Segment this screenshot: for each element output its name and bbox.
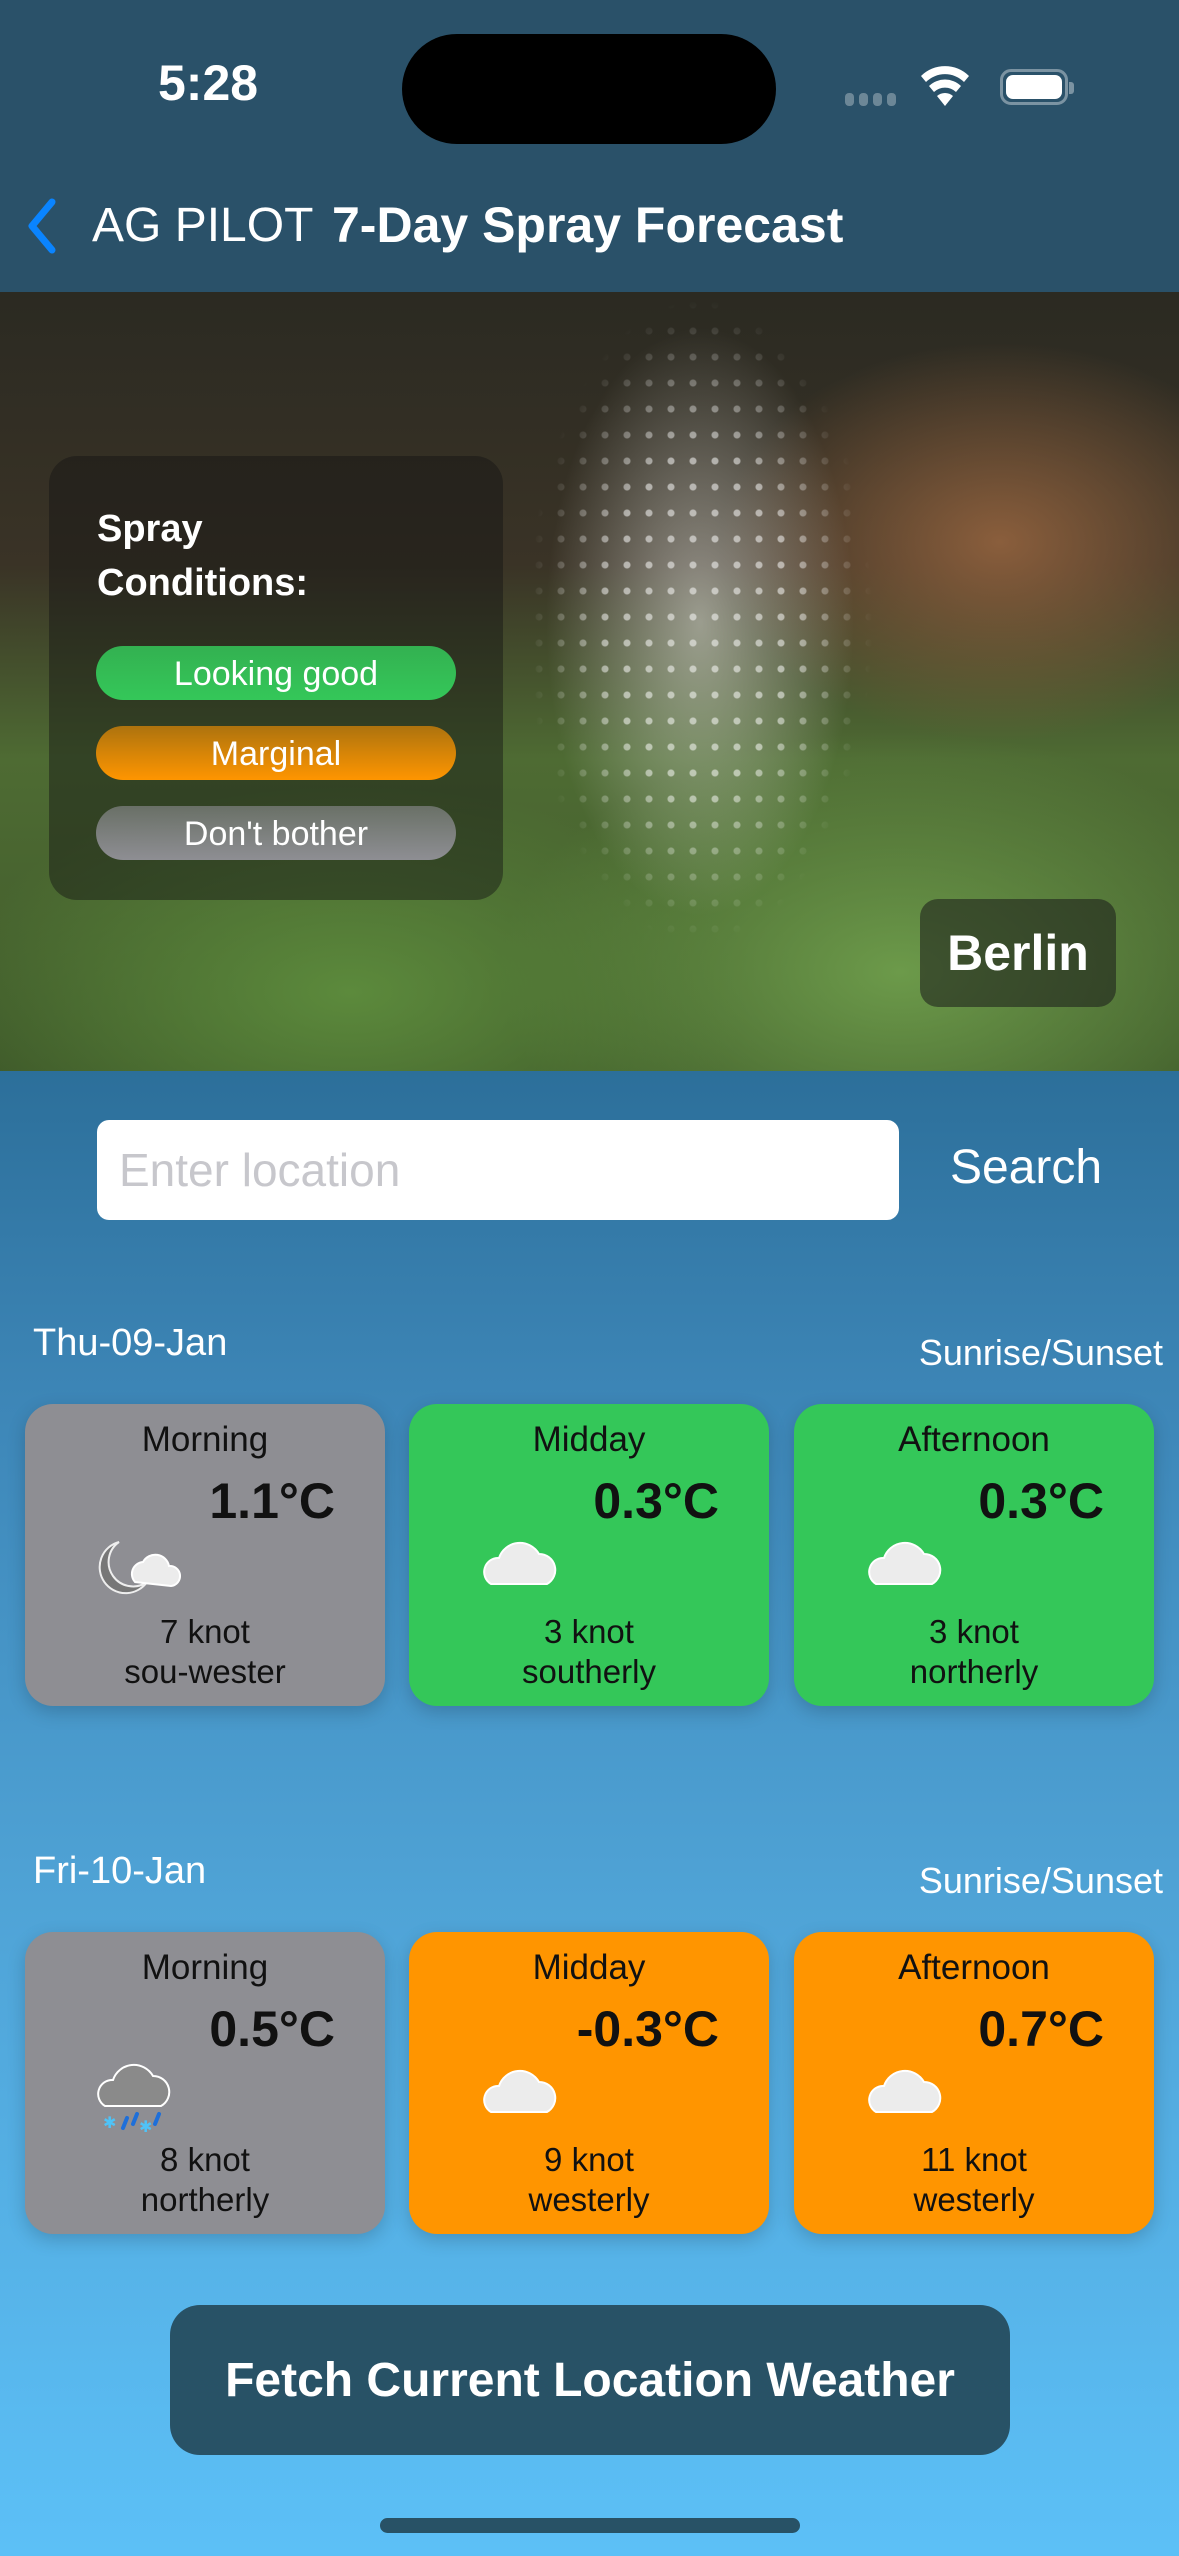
location-search-input[interactable]	[97, 1120, 899, 1220]
sleet-cloud-icon: ✱ ✱	[97, 2063, 171, 2136]
legend-title: Spray Conditions:	[97, 508, 309, 604]
dynamic-island	[402, 34, 776, 144]
cloud-icon	[483, 2069, 557, 2113]
wind-direction: westerly	[528, 2181, 650, 2218]
moon-cloud-icon	[98, 1541, 181, 1595]
wind-speed: 7 knot	[160, 1613, 250, 1650]
wind-info: 9 knot westerly	[409, 2140, 769, 2220]
period-label: Morning	[141, 1948, 269, 1987]
wind-direction: sou-wester	[124, 1653, 286, 1690]
wind-direction: westerly	[913, 2181, 1035, 2218]
wind-info: 8 knot northerly	[25, 2140, 385, 2220]
forecast-card[interactable]: Morning ✱ ✱ 0.5°C 8 knot northerly	[25, 1932, 385, 2234]
period-label: Afternoon	[898, 1420, 1050, 1459]
wind-direction: southerly	[522, 1653, 656, 1690]
wind-direction: northerly	[909, 1653, 1039, 1690]
temperature: 0.7°C	[978, 2001, 1104, 2057]
wind-speed: 3 knot	[929, 1613, 1019, 1650]
status-time: 5:28	[158, 55, 259, 111]
back-button-label[interactable]: AG PILOT	[92, 198, 313, 253]
spray-conditions-legend: Spray Conditions: Looking good Marginal …	[49, 456, 503, 900]
period-label: Midday	[532, 1420, 646, 1459]
temperature: 1.1°C	[209, 1473, 335, 1529]
search-button[interactable]: Search	[950, 1140, 1102, 1195]
fetch-current-location-button[interactable]: Fetch Current Location Weather	[170, 2305, 1010, 2455]
wind-info: 3 knot southerly	[409, 1612, 769, 1692]
legend-dont-bother: Don't bother	[96, 806, 456, 860]
wind-speed: 9 knot	[544, 2141, 634, 2178]
page-title: 7-Day Spray Forecast	[332, 197, 844, 253]
sunrise-sunset-link[interactable]: Sunrise/Sunset	[919, 1860, 1163, 1902]
back-chevron-icon[interactable]	[22, 196, 62, 256]
legend-looking-good: Looking good	[96, 646, 456, 700]
forecast-card[interactable]: Morning 1.1°C 7 knot sou-wester	[25, 1404, 385, 1706]
forecast-card[interactable]: Afternoon 0.3°C 3 knot northerly	[794, 1404, 1154, 1706]
period-label: Afternoon	[898, 1948, 1050, 1987]
city-badge: Berlin	[920, 899, 1116, 1007]
cloud-icon	[868, 1541, 942, 1585]
temperature: 0.5°C	[209, 2001, 335, 2057]
temperature: 0.3°C	[593, 1473, 719, 1529]
wind-speed: 3 knot	[544, 1613, 634, 1650]
home-indicator[interactable]	[380, 2518, 800, 2533]
day-date-label: Fri-10-Jan	[33, 1850, 207, 1892]
wifi-icon	[921, 66, 969, 106]
wind-speed: 11 knot	[921, 2141, 1027, 2178]
cloud-icon	[483, 1541, 557, 1585]
forecast-card[interactable]: Afternoon 0.7°C 11 knot westerly	[794, 1932, 1154, 2234]
cloud-icon	[868, 2069, 942, 2113]
header-bar: 5:28 AG PILOT 7-Day Spray Forecast	[0, 0, 1179, 292]
period-label: Midday	[532, 1948, 646, 1987]
day-date-label: Thu-09-Jan	[33, 1322, 228, 1364]
temperature: -0.3°C	[576, 2001, 719, 2057]
svg-text:✱: ✱	[139, 2117, 152, 2136]
wind-info: 11 knot westerly	[794, 2140, 1154, 2220]
period-label: Morning	[141, 1420, 269, 1459]
cellular-signal-icon	[845, 93, 896, 106]
wind-direction: northerly	[140, 2181, 270, 2218]
forecast-card[interactable]: Midday -0.3°C 9 knot westerly	[409, 1932, 769, 2234]
hero-image: Spray Conditions: Looking good Marginal …	[0, 292, 1179, 1071]
svg-text:✱: ✱	[103, 2113, 116, 2132]
forecast-card[interactable]: Midday 0.3°C 3 knot southerly	[409, 1404, 769, 1706]
battery-icon	[1000, 69, 1074, 105]
wind-info: 3 knot northerly	[794, 1612, 1154, 1692]
sunrise-sunset-link[interactable]: Sunrise/Sunset	[919, 1332, 1163, 1374]
legend-marginal: Marginal	[96, 726, 456, 780]
wind-speed: 8 knot	[160, 2141, 250, 2178]
temperature: 0.3°C	[978, 1473, 1104, 1529]
wind-info: 7 knot sou-wester	[25, 1612, 385, 1692]
